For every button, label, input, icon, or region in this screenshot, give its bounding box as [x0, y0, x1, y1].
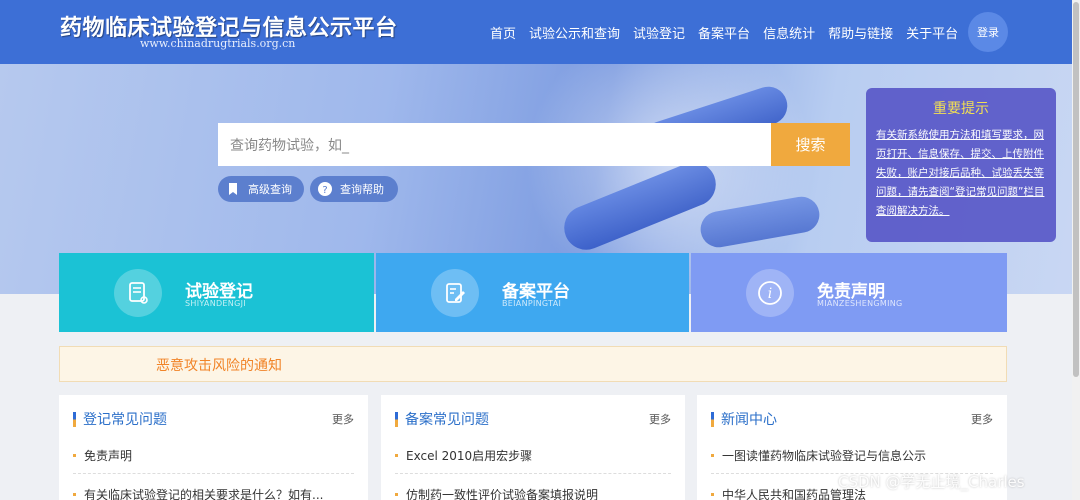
divider [73, 473, 354, 474]
card-accent-bar [711, 411, 714, 427]
notice-title: 重要提示 [933, 101, 989, 117]
list-item[interactable]: 仿制药一致性评价试验备案填报说明 [395, 486, 598, 500]
nav-filing-platform[interactable]: 备案平台 [698, 23, 750, 42]
list-item-text: 仿制药一致性评价试验备案填报说明 [406, 488, 599, 500]
alert-link[interactable]: 恶意攻击风险的通知 [156, 355, 282, 375]
list-item-text: 有关临床试验登记的相关要求是什么？如有... [84, 488, 324, 500]
list-item-text: Excel 2010启用宏步骤 [406, 449, 533, 463]
search-button[interactable]: 搜索 [771, 123, 850, 166]
alert-bar: 恶意攻击风险的通知 [59, 346, 1007, 382]
scrollbar-thumb[interactable] [1073, 2, 1079, 377]
search-placeholder: 查询药物试验，如_ [230, 137, 349, 154]
bullet [711, 493, 714, 496]
card-title: 登记常见问题 [83, 412, 167, 428]
nav-trial-registration[interactable]: 试验登记 [633, 23, 685, 42]
bullet [711, 454, 714, 457]
bullet [73, 454, 76, 457]
card-header: 备案常见问题 [395, 409, 489, 429]
card-title: 备案常见问题 [405, 412, 489, 428]
more-link[interactable]: 更多 [332, 411, 354, 427]
document-icon [114, 269, 162, 317]
question-icon: ? [318, 182, 332, 196]
list-item[interactable]: 免责声明 [73, 447, 132, 464]
bullet [73, 493, 76, 496]
tile-disclaimer[interactable]: i 免责声明 MIANZESHENGMING [691, 253, 1007, 332]
nav-help-links[interactable]: 帮助与链接 [828, 23, 893, 42]
tile-subtitle: BEIANPINGTAI [502, 299, 562, 308]
search-help-label: 查询帮助 [340, 183, 384, 196]
watermark: CSDN @学无止境_Charles [838, 473, 1025, 491]
nav-statistics[interactable]: 信息统计 [763, 23, 815, 42]
header: 药物临床试验登记与信息公示平台 www.chinadrugtrials.org.… [0, 0, 1080, 64]
advanced-search-button[interactable]: 高级查询 [218, 176, 304, 202]
tile-trial-registration[interactable]: 试验登记 SHIYANDENGJI [59, 253, 374, 332]
card-title: 新闻中心 [721, 412, 777, 428]
list-item-text: 免责声明 [84, 449, 133, 463]
advanced-search-label: 高级查询 [248, 183, 292, 196]
search-help-button[interactable]: ? 查询帮助 [310, 176, 398, 202]
svg-text:i: i [768, 286, 772, 302]
vertical-scrollbar[interactable] [1072, 0, 1080, 500]
svg-text:?: ? [322, 185, 327, 196]
site-url: www.chinadrugtrials.org.cn [140, 37, 296, 50]
nav-trial-search[interactable]: 试验公示和查询 [529, 23, 620, 42]
card-header: 新闻中心 [711, 409, 777, 429]
list-item[interactable]: Excel 2010启用宏步骤 [395, 447, 532, 464]
bullet [395, 493, 398, 496]
card-header: 登记常见问题 [73, 409, 167, 429]
main-nav: 首页 试验公示和查询 试验登记 备案平台 信息统计 帮助与链接 关于平台 [490, 0, 971, 64]
list-item-text: 一图读懂药物临床试验登记与信息公示 [722, 449, 927, 463]
important-notice-panel: 重要提示 有关新系统使用方法和填写要求，网页打开、信息保存、提交、上传附件失败，… [866, 88, 1056, 242]
info-icon: i [746, 269, 794, 317]
bullet [395, 454, 398, 457]
more-link[interactable]: 更多 [971, 411, 993, 427]
card-filing-faq: 备案常见问题 更多 Excel 2010启用宏步骤 仿制药一致性评价试验备案填报… [381, 395, 685, 500]
edit-document-icon [431, 269, 479, 317]
list-item[interactable]: 有关临床试验登记的相关要求是什么？如有... [73, 486, 323, 500]
list-item[interactable]: 一图读懂药物临床试验登记与信息公示 [711, 447, 926, 464]
tile-filing-platform[interactable]: 备案平台 BEIANPINGTAI [376, 253, 689, 332]
more-link[interactable]: 更多 [649, 411, 671, 427]
login-button[interactable]: 登录 [968, 12, 1008, 52]
nav-about[interactable]: 关于平台 [906, 23, 958, 42]
nav-home[interactable]: 首页 [490, 23, 516, 42]
search-input[interactable]: 查询药物试验，如_ [218, 123, 771, 166]
tile-subtitle: MIANZESHENGMING [817, 299, 903, 308]
card-accent-bar [73, 411, 76, 427]
notice-link[interactable]: 有关新系统使用方法和填写要求，网页打开、信息保存、提交、上传附件失败，账户对接后… [876, 126, 1046, 221]
bookmark-icon [226, 182, 240, 196]
divider [395, 473, 671, 474]
card-registration-faq: 登记常见问题 更多 免责声明 有关临床试验登记的相关要求是什么？如有... [59, 395, 368, 500]
card-accent-bar [395, 411, 398, 427]
tile-subtitle: SHIYANDENGJI [185, 299, 246, 308]
